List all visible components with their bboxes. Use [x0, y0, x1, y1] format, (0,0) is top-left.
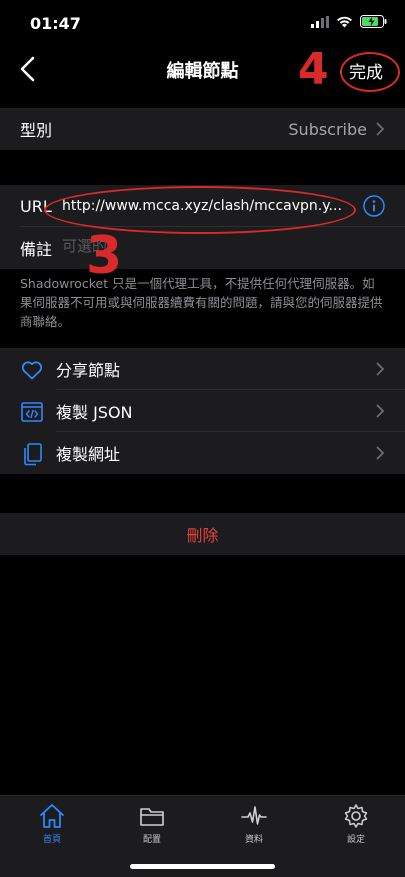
copy-url-row[interactable]: 複製網址 — [0, 432, 405, 474]
tab-config[interactable]: 配置 — [122, 802, 182, 845]
copy-icon — [24, 443, 42, 466]
share-node-row[interactable]: 分享節點 — [0, 348, 405, 390]
action-label: 分享節點 — [56, 361, 121, 380]
tab-settings[interactable]: 設定 — [326, 802, 386, 845]
done-highlight-ellipse — [340, 52, 400, 92]
home-indicator — [130, 864, 275, 869]
chevron-right-icon — [376, 362, 385, 376]
delete-section: 刪除 — [0, 513, 405, 555]
cellular-signal-icon — [311, 15, 329, 28]
type-value: Subscribe — [288, 119, 367, 139]
status-icons — [311, 15, 387, 28]
chevron-right-icon — [376, 446, 385, 460]
disclaimer-text: Shadowrocket 只是一個代理工具，不提供任何代理伺服器。如果伺服器不可… — [20, 276, 383, 329]
step-number-url: 3 — [86, 226, 123, 286]
type-row[interactable]: 型別 Subscribe — [0, 108, 405, 150]
note-label: 備註 — [20, 240, 53, 259]
status-time: 01:47 — [30, 14, 81, 33]
gear-icon — [344, 804, 368, 828]
chevron-right-icon — [376, 122, 385, 136]
info-icon[interactable] — [363, 195, 385, 217]
delete-button[interactable]: 刪除 — [186, 522, 218, 546]
type-section: 型別 Subscribe — [0, 108, 405, 150]
actions-section: 分享節點 複製 JSON 複製網址 — [0, 348, 405, 474]
pulse-icon — [241, 806, 267, 825]
step-number-done: 4 — [298, 44, 329, 95]
wifi-icon — [337, 16, 352, 27]
tab-label: 設定 — [346, 835, 365, 845]
heart-icon — [21, 361, 43, 380]
tab-data[interactable]: 資料 — [224, 802, 284, 845]
type-label: 型別 — [20, 121, 53, 140]
copy-json-row[interactable]: 複製 JSON — [0, 390, 405, 432]
tab-label: 配置 — [142, 835, 161, 845]
tab-label: 資料 — [244, 835, 263, 845]
action-label: 複製網址 — [56, 445, 121, 464]
chevron-right-icon — [376, 404, 385, 418]
status-bar: 01:47 — [0, 0, 405, 46]
tab-home[interactable]: 首頁 — [22, 802, 82, 845]
home-icon — [40, 804, 64, 828]
code-icon — [21, 402, 43, 422]
action-label: 複製 JSON — [56, 403, 133, 422]
folder-icon — [140, 808, 164, 826]
battery-charging-icon — [360, 15, 387, 28]
tab-label: 首頁 — [42, 835, 61, 845]
